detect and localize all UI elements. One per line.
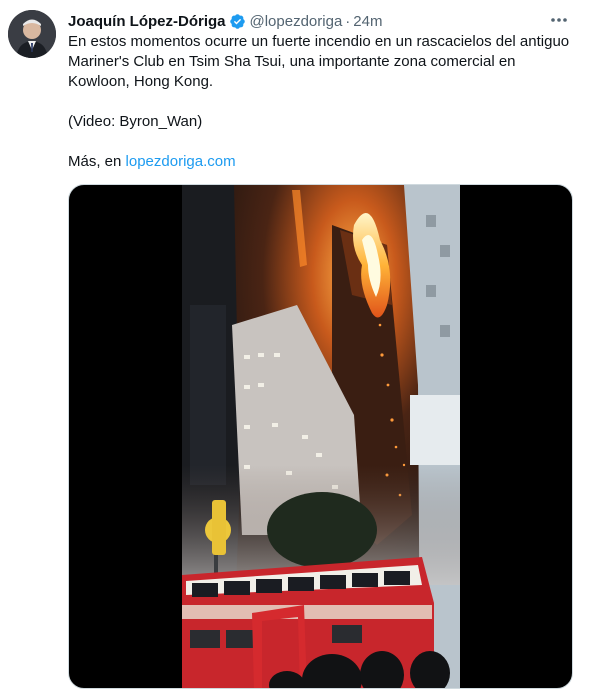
- more-horizontal-icon[interactable]: [547, 9, 571, 31]
- tweet-paragraph-1: En estos momentos ocurre un fuerte incen…: [68, 33, 570, 90]
- avatar-image: [8, 10, 56, 58]
- author-name[interactable]: Joaquín López-Dóriga: [68, 13, 226, 30]
- video-frame[interactable]: [182, 185, 460, 688]
- fire-scene-image: [182, 185, 460, 688]
- author-avatar[interactable]: [8, 10, 56, 58]
- separator-dot: ·: [345, 12, 351, 30]
- author-handle[interactable]: @lopezdoriga: [250, 13, 343, 30]
- tweet-link[interactable]: lopezdoriga.com: [126, 153, 236, 170]
- tweet-text: En estos momentos ocurre un fuerte incen…: [68, 32, 570, 172]
- verified-badge-icon: [229, 13, 246, 30]
- tweet-timestamp[interactable]: 24m: [353, 13, 382, 30]
- tweet-paragraph-2: (Video: Byron_Wan): [68, 113, 203, 130]
- tweet-video[interactable]: [68, 184, 573, 689]
- tweet-header: Joaquín López-Dóriga @lopezdoriga · 24m: [68, 10, 573, 32]
- tweet-paragraph-3: Más, en lopezdoriga.com: [68, 152, 570, 172]
- more-prefix: Más, en: [68, 153, 126, 170]
